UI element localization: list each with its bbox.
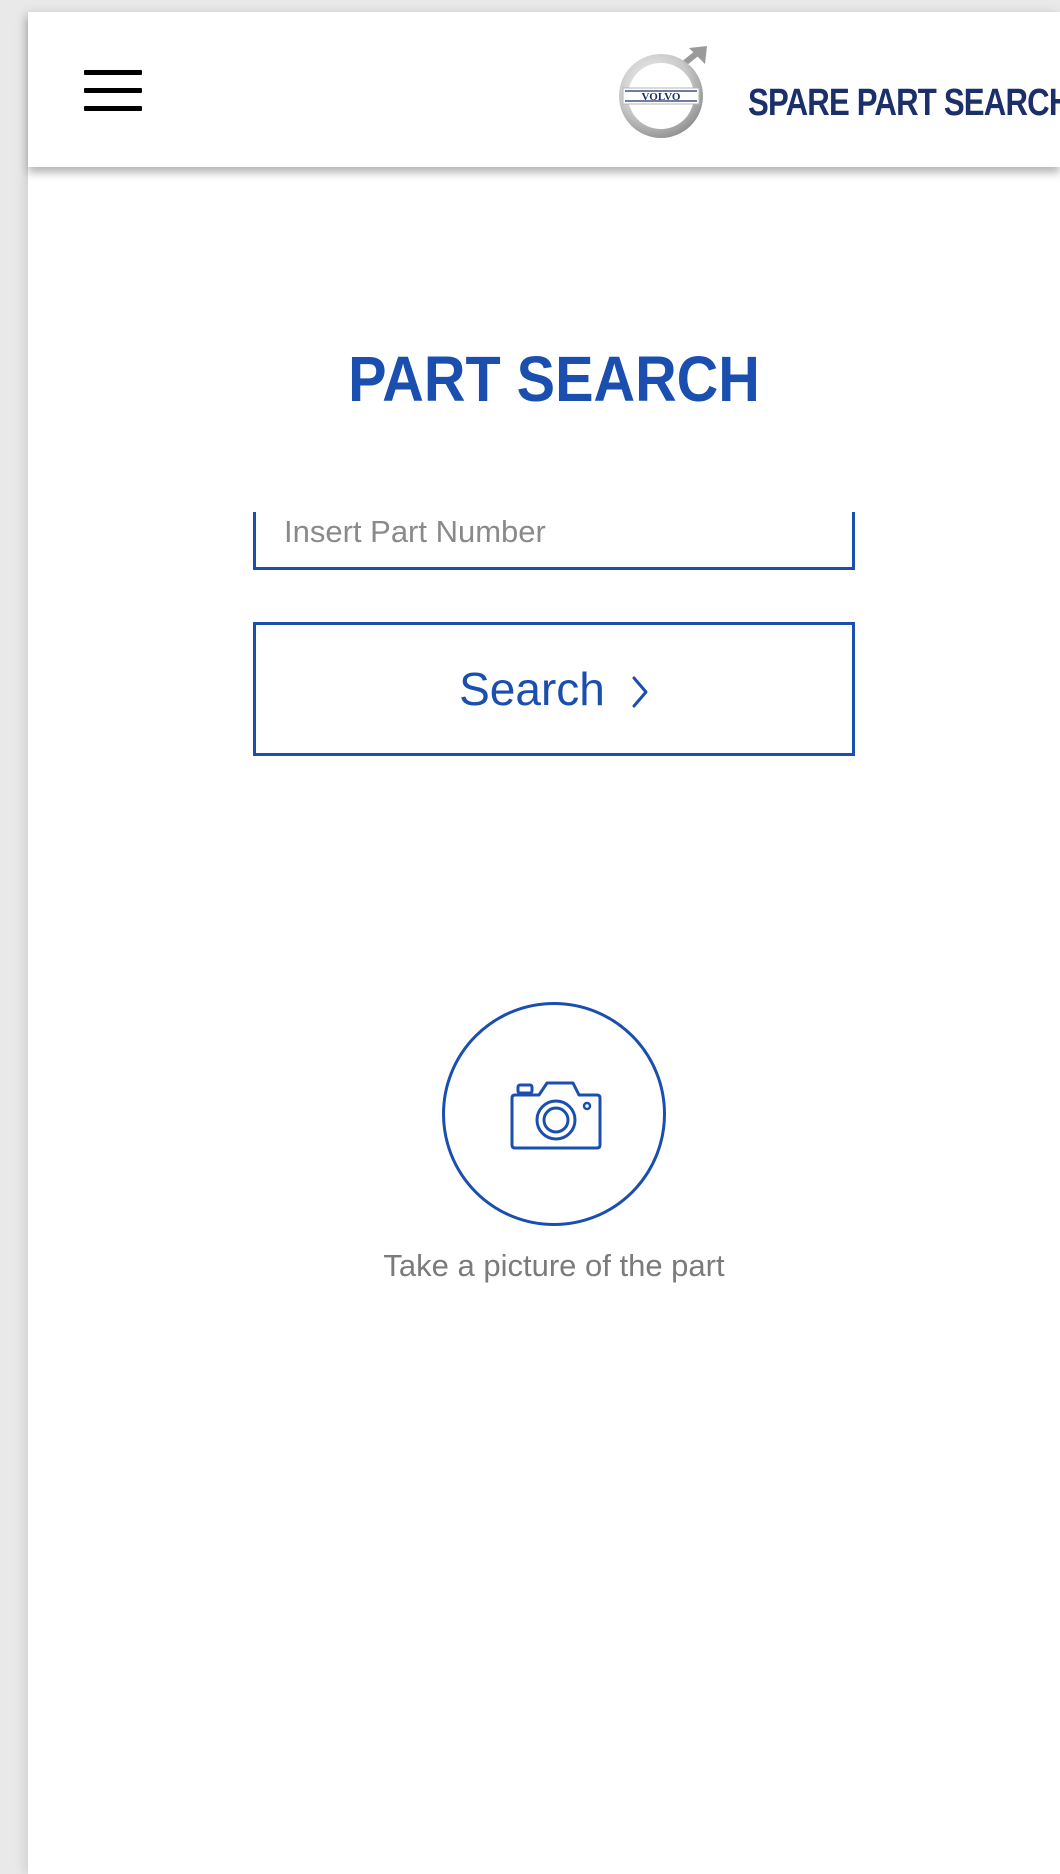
svg-text:VOLVO: VOLVO bbox=[642, 91, 681, 103]
part-number-input[interactable] bbox=[284, 512, 824, 552]
hamburger-menu-icon[interactable] bbox=[84, 70, 142, 112]
volvo-logo-icon: VOLVO bbox=[613, 44, 713, 144]
app-screen: VOLVO SPARE PART SEARCH PART SEARCH Sear… bbox=[28, 12, 1060, 1874]
page-title: PART SEARCH bbox=[348, 343, 760, 415]
app-title: SPARE PART SEARCH bbox=[748, 82, 1060, 124]
app-header: VOLVO SPARE PART SEARCH bbox=[28, 12, 1060, 167]
part-number-field bbox=[253, 512, 855, 570]
camera-icon bbox=[510, 1081, 602, 1150]
search-button-label: Search bbox=[459, 663, 605, 715]
chevron-right-icon bbox=[632, 676, 648, 708]
take-picture-button[interactable] bbox=[442, 1002, 666, 1226]
search-button[interactable]: Search bbox=[253, 622, 855, 756]
camera-caption: Take a picture of the part bbox=[383, 1248, 725, 1283]
